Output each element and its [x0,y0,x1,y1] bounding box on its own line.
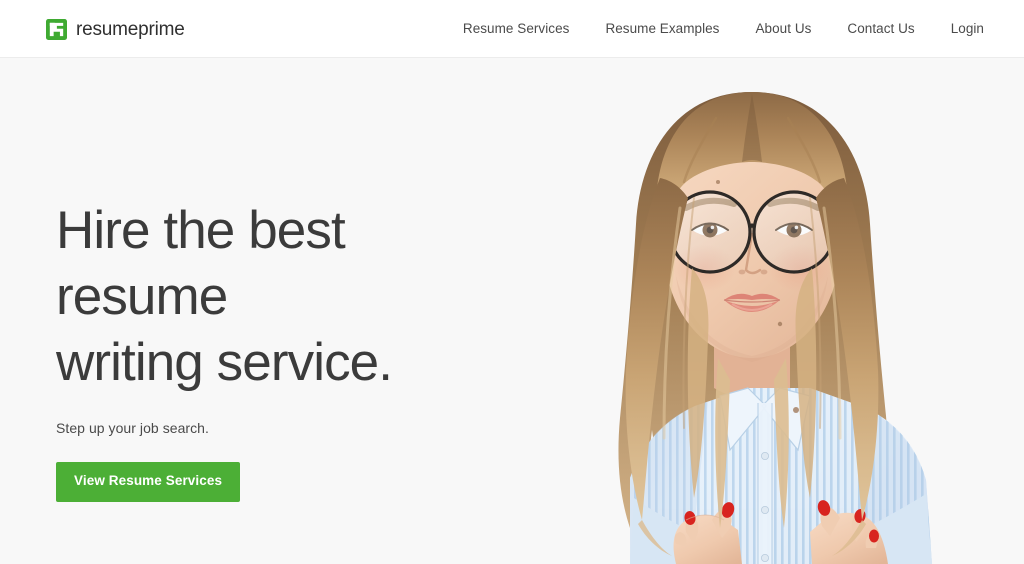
hero-section: Hire the best resume writing service. St… [0,58,1024,564]
nav-about-us[interactable]: About Us [737,0,829,58]
resumeprime-flag-mark-icon [46,18,67,40]
hero-subheadline: Step up your job search. [56,420,209,436]
main-navigation: Resume Services Resume Examples About Us… [445,0,984,58]
brand-logo[interactable]: resumeprime [46,0,185,58]
eyes [691,222,813,238]
site-header: resumeprime Resume Services Resume Examp… [0,0,1024,58]
hero-illustration [480,58,1024,564]
hero-photo-woman-with-glasses [480,58,1024,564]
hero-headline: Hire the best resume writing service. [56,201,393,392]
page-root: resumeprime Resume Services Resume Examp… [0,0,1024,564]
right-hand [810,500,888,564]
view-resume-services-button[interactable]: View Resume Services [56,462,241,502]
nav-login[interactable]: Login [933,0,984,58]
nav-resume-examples[interactable]: Resume Examples [587,0,737,58]
glasses [649,190,855,274]
nav-resume-services[interactable]: Resume Services [445,0,588,58]
left-hand [673,502,742,564]
hero-copy-block: Hire the best resume writing service. St… [56,198,526,502]
brand-name: resumeprime [76,18,185,40]
nav-contact-us[interactable]: Contact Us [829,0,932,58]
lips [723,293,781,312]
